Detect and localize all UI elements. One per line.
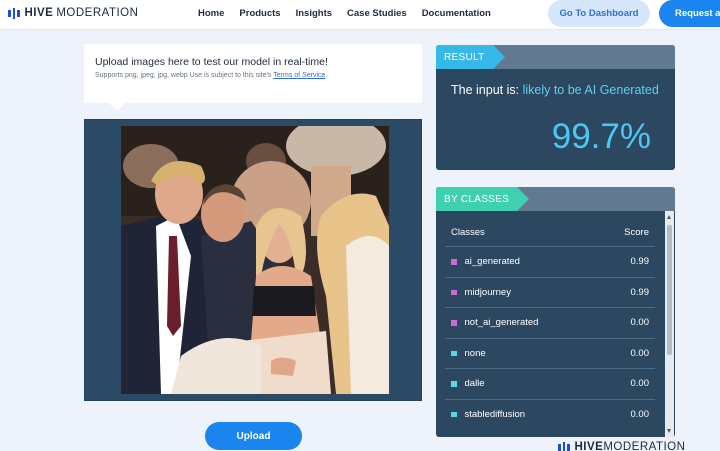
result-prefix: The input is: xyxy=(451,83,523,97)
footer-hive-logo[interactable]: HIVE MODERATION xyxy=(558,441,685,451)
result-verdict: The input is: likely to be AI Generated xyxy=(451,83,659,97)
classes-scrollbar[interactable] xyxy=(665,211,674,437)
result-percentage: 99.7% xyxy=(551,117,651,156)
hive-logo[interactable]: HIVE MODERATION xyxy=(8,7,138,19)
class-row: dalle 0.00 xyxy=(445,368,655,399)
nav-case-studies[interactable]: Case Studies xyxy=(347,8,407,19)
class-score: 0.99 xyxy=(630,256,650,268)
nav-home[interactable]: Home xyxy=(198,8,224,19)
image-preview-panel xyxy=(84,119,422,401)
upload-instructions: Upload images here to test our model in … xyxy=(84,44,422,111)
result-tag: RESULT xyxy=(436,45,504,69)
classes-card-header: BY CLASSES xyxy=(436,187,675,211)
class-row: midjourney 0.99 xyxy=(445,276,655,308)
class-color-swatch xyxy=(451,289,457,295)
top-navbar: HIVE MODERATION Home Products Insights C… xyxy=(0,0,720,30)
result-card-header: RESULT xyxy=(436,45,675,69)
class-name: dalle xyxy=(464,378,485,390)
hive-logo-icon xyxy=(8,7,20,19)
scroll-down-icon[interactable] xyxy=(667,429,671,433)
logo-text: MODERATION xyxy=(56,7,139,19)
class-name: midjourney xyxy=(464,286,511,298)
nav-products[interactable]: Products xyxy=(239,8,280,19)
upload-button[interactable]: Upload xyxy=(205,422,302,450)
class-score: 0.00 xyxy=(630,408,650,420)
class-name: ai_generated xyxy=(464,256,520,268)
go-to-dashboard-button[interactable]: Go To Dashboard xyxy=(548,0,650,27)
class-color-swatch xyxy=(451,350,457,356)
class-name: none xyxy=(464,347,486,359)
column-header-score: Score xyxy=(624,227,649,238)
class-color-swatch xyxy=(451,411,457,417)
column-header-classes: Classes xyxy=(451,227,485,238)
supported-formats-text: Supports png, jpeg, jpg, webp Use is sub… xyxy=(95,72,274,79)
nav-documentation[interactable]: Documentation xyxy=(422,8,491,19)
terms-of-service-link[interactable]: Terms of Service xyxy=(273,72,325,79)
scrollbar-thumb[interactable] xyxy=(667,225,672,355)
class-row: ai_generated 0.99 xyxy=(445,246,655,277)
class-row: none 0.00 xyxy=(445,337,655,369)
footer-logo-text-bold: HIVE xyxy=(574,441,604,451)
classes-table: Classes Score ai_generated 0.99 midjourney… xyxy=(445,221,655,429)
class-score: 0.99 xyxy=(630,286,650,298)
class-name: stablediffusion xyxy=(464,408,526,420)
class-color-swatch xyxy=(451,320,457,326)
upload-instructions-subtitle: Supports png, jpeg, jpg, webp Use is sub… xyxy=(95,72,327,79)
footer-hive-logo-icon xyxy=(558,441,570,451)
result-verdict-label: likely to be AI Generated xyxy=(522,83,659,97)
classes-table-header: Classes Score xyxy=(445,221,655,246)
uploaded-image-photo xyxy=(121,126,389,394)
class-color-swatch xyxy=(451,381,457,387)
request-demo-button[interactable]: Request a D xyxy=(659,0,720,27)
uploaded-image xyxy=(121,126,389,394)
logo-text-bold: HIVE xyxy=(24,7,54,19)
scroll-up-icon[interactable] xyxy=(667,215,671,219)
footer-logo-text: MODERATION xyxy=(603,441,686,451)
upload-instructions-title: Upload images here to test our model in … xyxy=(95,56,328,68)
class-color-swatch xyxy=(451,259,457,265)
class-row: not_ai_generated 0.00 xyxy=(445,307,655,338)
classes-tag: BY CLASSES xyxy=(436,187,530,211)
result-card: RESULT The input is: likely to be AI Gen… xyxy=(436,45,675,170)
class-name: not_ai_generated xyxy=(464,317,539,329)
terms-period: . xyxy=(325,72,328,79)
nav-insights[interactable]: Insights xyxy=(296,8,332,19)
classes-card: BY CLASSES Classes Score ai_generated 0.9… xyxy=(436,187,675,437)
main-nav: Home Products Insights Case Studies Docu… xyxy=(198,8,491,19)
class-row: stablediffusion 0.00 xyxy=(445,398,655,430)
class-score: 0.00 xyxy=(630,317,650,329)
class-score: 0.00 xyxy=(630,378,650,390)
class-score: 0.00 xyxy=(630,347,650,359)
